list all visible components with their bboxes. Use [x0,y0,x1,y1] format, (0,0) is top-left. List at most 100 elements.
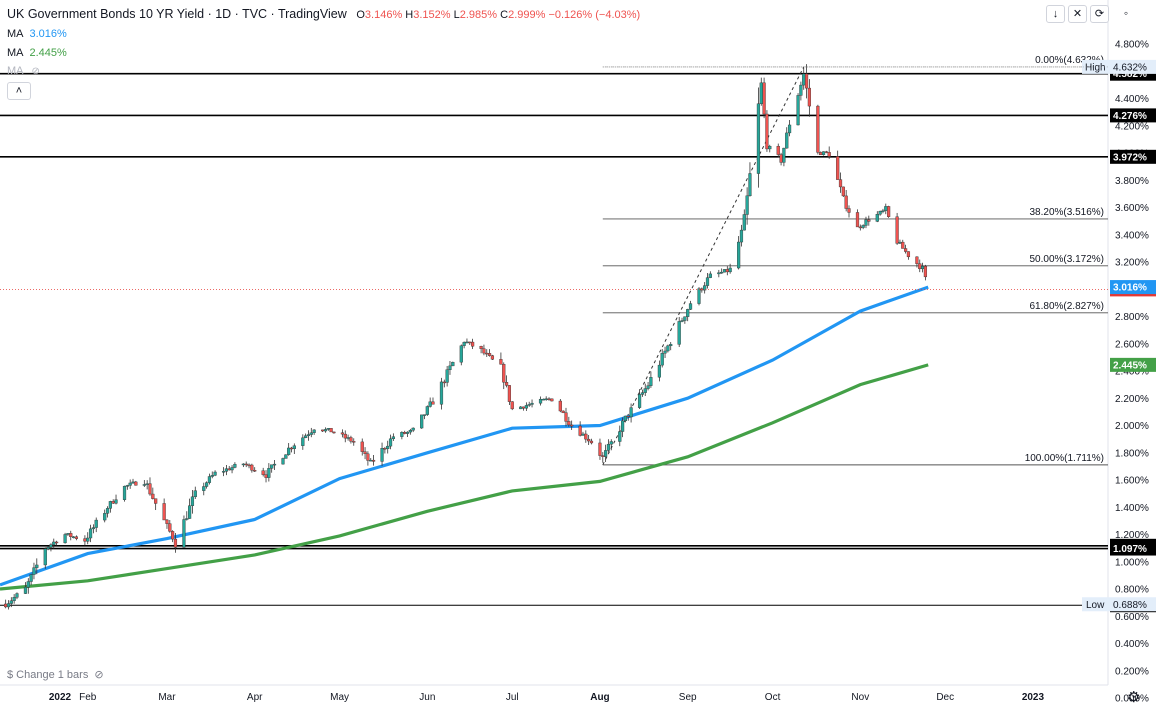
candle-body [570,424,574,427]
candle-body [646,385,650,389]
candle-body [759,82,763,104]
candle-body [626,415,630,418]
fib-level-label: 50.00%(3.172%) [1030,254,1105,265]
eye-hidden-icon[interactable]: ⊘ [94,669,103,681]
candle [86,532,90,545]
candle [349,435,353,444]
candle [94,517,98,533]
candle [145,480,149,490]
candle-body [408,430,412,433]
candle [765,110,769,152]
candle-body [637,394,642,408]
candle-body [660,353,664,366]
candle [482,344,486,356]
candle-body [920,266,925,270]
indicator-ma-hidden[interactable]: MA ⊘ [7,63,640,80]
y-tick-label: 4.400% [1115,94,1149,105]
candle-body [550,398,554,402]
close-icon[interactable]: ✕ [1068,5,1087,23]
candle [598,438,602,460]
candle-body [165,519,169,524]
candle [507,385,511,406]
candle [858,224,862,231]
candle-body [405,431,410,434]
candle-body [420,414,424,429]
candle-body [705,277,710,286]
candle-body [697,288,701,304]
candle [502,362,506,390]
y-tick-label: 3.200% [1115,258,1149,269]
y-tick-label: 0.800% [1115,585,1149,596]
candle-body [343,433,347,439]
candle-body [745,195,749,215]
candle [439,377,444,410]
candle-body [855,212,860,228]
candle [816,104,820,155]
candle [601,452,605,463]
indicator-ma-slow[interactable]: MA 2.445% [7,44,640,63]
low-marker-value: 0.688% [1113,600,1147,611]
eye-hidden-icon[interactable]: ⊘ [32,63,40,80]
candle [787,120,792,137]
candle-body [787,124,792,134]
candle [686,308,690,322]
collapse-legend-button[interactable]: ˄ [7,82,31,100]
candle [284,454,288,459]
candle-body [386,445,390,449]
candle [363,447,367,460]
candle-body [468,341,472,344]
candle-body [604,450,608,457]
candle [920,262,925,273]
arrow-down-icon[interactable]: ↓ [1046,5,1065,23]
candle [776,143,780,158]
candle-body [12,597,16,601]
candle-body [272,463,277,466]
candle-body [148,483,152,495]
candle [864,216,868,229]
candle-body [230,467,234,471]
candle-body [403,432,407,434]
candle [270,464,274,473]
candle-body [86,537,90,542]
candle-body [250,464,254,471]
candle [782,147,786,167]
candle [836,150,840,180]
candle-body [329,428,333,433]
y-tick-label: 3.800% [1115,176,1149,187]
candle-body [657,364,661,378]
level-badge-label: 3.972% [1113,152,1147,163]
refresh-icon[interactable]: ⟳ [1090,5,1109,23]
fib-level-label: 100.00%(1.711%) [1025,453,1104,464]
candle-body [796,95,800,126]
candle-body [35,564,39,568]
candle-body [43,548,47,566]
candle [561,410,565,414]
candle-body [728,267,732,273]
candle-body [162,503,166,521]
chart-svg[interactable]: 4.800%4.600%4.400%4.200%4.000%3.800%3.60… [0,0,1160,709]
x-tick-label: Aug [590,692,609,703]
candle [720,268,724,274]
candle-body [541,398,545,401]
candle [125,484,129,490]
candle-body [459,345,463,363]
candle [550,398,554,402]
candle [462,341,466,349]
symbol-title[interactable]: UK Government Bonds 10 YR Yield · 1D · T… [7,7,347,21]
candle [165,518,169,529]
candle [241,463,245,468]
y-tick-label: 2.800% [1115,312,1149,323]
candle [213,470,217,477]
candle [448,361,452,375]
cog-icon[interactable]: ◦ [1117,6,1135,22]
chart-area[interactable]: 4.800%4.600%4.400%4.200%4.000%3.800%3.60… [0,0,1160,709]
indicator-ma-fast[interactable]: MA 3.016% [7,25,640,44]
candle [519,406,523,410]
gear-icon[interactable]: ⚙ [1127,688,1140,706]
candle [923,264,928,281]
candle [705,273,710,289]
candle-body [688,303,693,310]
candle-body [380,448,384,462]
indicator-label: MA [7,65,24,77]
candle [383,446,387,454]
